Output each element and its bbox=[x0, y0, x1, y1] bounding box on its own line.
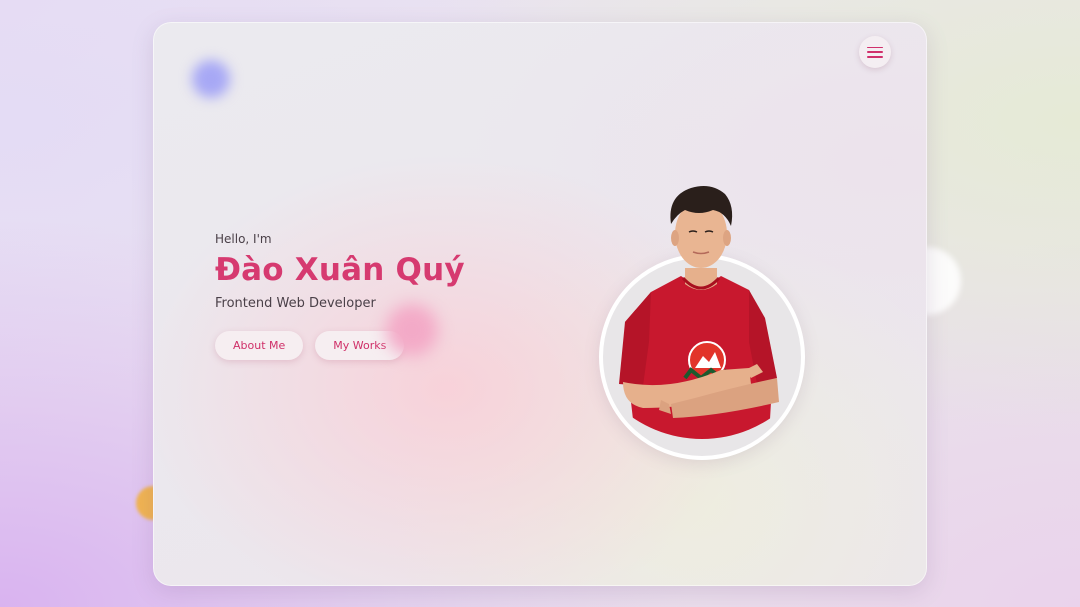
menu-icon bbox=[867, 46, 883, 58]
decorative-pink-orb bbox=[386, 304, 438, 356]
menu-button[interactable] bbox=[859, 36, 891, 68]
developer-name: Đào Xuân Quý bbox=[215, 252, 465, 288]
hero-card: Hello, I'm Đào Xuân Quý Frontend Web Dev… bbox=[153, 22, 927, 586]
decorative-blue-orb bbox=[192, 60, 230, 98]
greeting-text: Hello, I'm bbox=[215, 232, 272, 246]
avatar bbox=[619, 186, 779, 439]
about-me-button[interactable]: About Me bbox=[215, 331, 304, 360]
